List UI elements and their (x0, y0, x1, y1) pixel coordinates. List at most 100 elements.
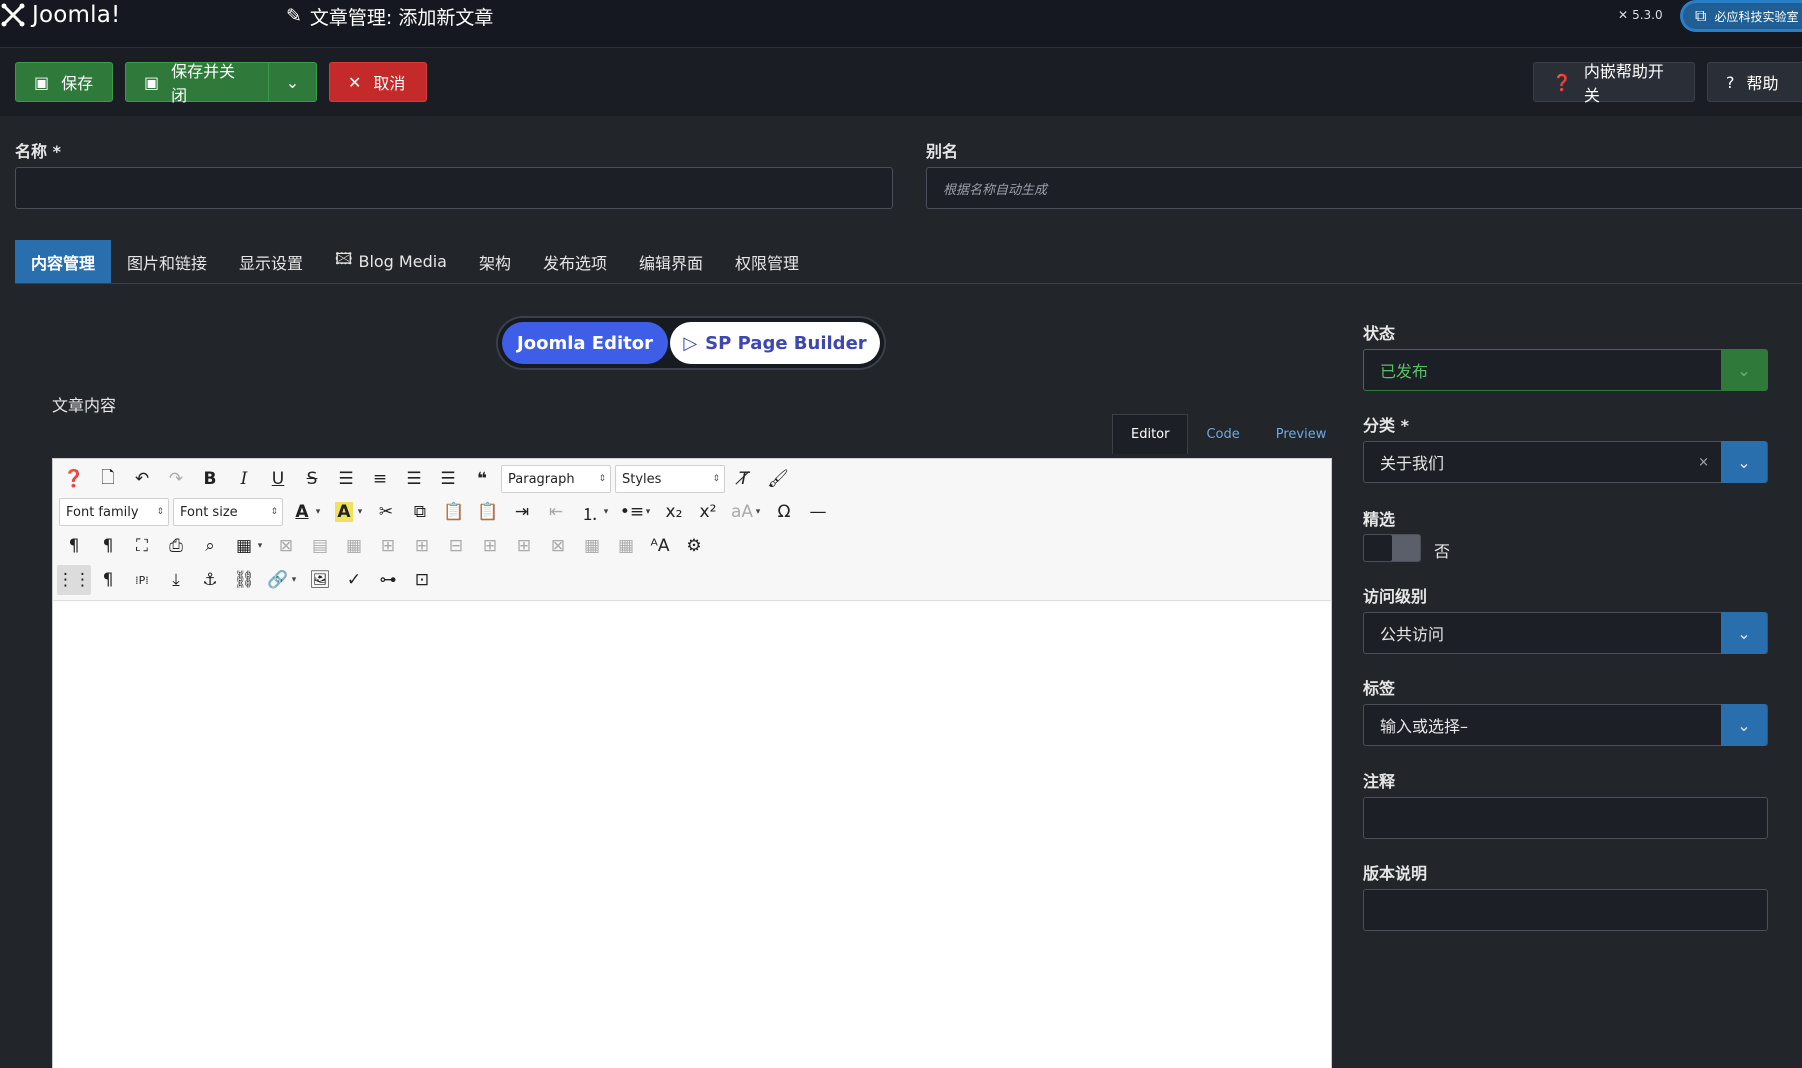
insert-row-before-icon[interactable]: ⊞ (371, 531, 405, 561)
anchor-icon[interactable]: ⚓ (193, 565, 227, 595)
joomla-small-icon: ✕ (1618, 8, 1629, 22)
category-select[interactable]: 关于我们 × ⌄ (1363, 441, 1768, 483)
save-button[interactable]: ▣ 保存 (15, 62, 113, 102)
save-dropdown-toggle[interactable]: ⌄ (268, 62, 317, 102)
tab-publishing[interactable]: 发布选项 (527, 240, 623, 283)
caret-icon[interactable]: ▾ (289, 575, 299, 585)
caret-icon[interactable]: ▾ (313, 507, 323, 517)
font-size-select[interactable]: Font size ⇕ (173, 498, 283, 526)
delete-col-icon[interactable]: ⊠ (541, 531, 575, 561)
paste-text-icon[interactable]: 📋 (471, 497, 505, 527)
split-cells-icon[interactable]: ▦ (609, 531, 643, 561)
visual-blocks-icon[interactable]: ⋮⋮ (57, 565, 91, 595)
access-select[interactable]: 公共访问 ⌄ (1363, 612, 1768, 654)
title-input[interactable] (15, 167, 893, 209)
horizontal-line-icon[interactable]: — (801, 497, 835, 527)
indent-icon[interactable]: ⇥ (505, 497, 539, 527)
ltr-icon[interactable]: ¶ (57, 531, 91, 561)
merge-cells-icon[interactable]: ▦ (575, 531, 609, 561)
paragraph-block-icon[interactable]: ⁞P⁞ (125, 565, 159, 595)
delete-row-icon[interactable]: ⊟ (439, 531, 473, 561)
paste-icon[interactable]: 📋 (437, 497, 471, 527)
align-left-icon[interactable]: ☰ (397, 464, 431, 494)
superscript-icon[interactable]: x² (691, 497, 725, 527)
sp-page-builder-button[interactable]: ▷ SP Page Builder (670, 322, 880, 364)
fullscreen-icon[interactable]: ⛶ (125, 531, 159, 561)
styles-select[interactable]: Styles ⇕ (615, 465, 725, 493)
upload-icon[interactable]: ⤓ (159, 565, 193, 595)
note-input[interactable] (1363, 797, 1768, 839)
tab-editor[interactable]: Editor (1112, 414, 1189, 454)
cancel-label: 取消 (373, 74, 406, 93)
alias-input[interactable]: 根据名称自动生成 (926, 167, 1802, 209)
insert-col-before-icon[interactable]: ⊞ (473, 531, 507, 561)
tab-images-links[interactable]: 图片和链接 (111, 240, 223, 283)
clear-icon[interactable]: × (1698, 455, 1709, 470)
template-icon[interactable]: ⊡ (405, 565, 439, 595)
cell-props-icon[interactable]: ▦ (337, 531, 371, 561)
clear-formatting-icon[interactable]: T̸ (727, 464, 761, 494)
floppy-icon: ▣ (144, 72, 160, 92)
page-break-icon[interactable]: ⊶ (371, 565, 405, 595)
caret-icon[interactable]: ▾ (601, 507, 611, 517)
settings-gear-icon[interactable]: ⚙ (677, 531, 711, 561)
save-close-button[interactable]: ▣ 保存并关闭 (125, 62, 269, 105)
toolbar-row-4: ⋮⋮ ¶ ⁞P⁞ ⤓ ⚓ ⛓ 🔗 ▾ 🖼 ✓ ⊶ ⊡ (57, 565, 439, 595)
align-justify-icon[interactable]: ☰ (329, 464, 363, 494)
tab-code[interactable]: Code (1188, 414, 1257, 454)
editor-content-area[interactable] (53, 601, 1331, 1068)
paint-brush-icon[interactable]: 🖌 (761, 464, 795, 494)
align-center-icon[interactable]: ≡ (363, 464, 397, 494)
tab-schema[interactable]: 架构 (463, 240, 527, 283)
block-format-select[interactable]: Paragraph ⇕ (501, 465, 611, 493)
inline-help-toggle-button[interactable]: ❓ 内嵌帮助开关 (1533, 62, 1695, 105)
status-select[interactable]: 已发布 ⌄ (1363, 349, 1768, 391)
align-right-icon[interactable]: ☰ (431, 464, 465, 494)
bold-icon[interactable]: B (193, 464, 227, 494)
visual-chars-icon[interactable]: ¶ (91, 565, 125, 595)
rtl-icon[interactable]: ¶ (91, 531, 125, 561)
underline-icon[interactable]: U (261, 464, 295, 494)
undo-icon[interactable]: ↶ (125, 464, 159, 494)
unlink-icon[interactable]: ⛓ (227, 565, 261, 595)
caret-icon[interactable]: ▾ (355, 507, 365, 517)
print-icon[interactable]: ⎙ (159, 531, 193, 561)
tags-select[interactable]: 输入或选择– ⌄ (1363, 704, 1768, 746)
search-icon[interactable]: ⌕ (193, 531, 227, 561)
tab-content[interactable]: 内容管理 (15, 240, 112, 283)
tab-display-settings[interactable]: 显示设置 (223, 240, 319, 283)
joomla-editor-button[interactable]: Joomla Editor (502, 322, 668, 364)
insert-row-after-icon[interactable]: ⊞ (405, 531, 439, 561)
caret-icon[interactable]: ▾ (255, 541, 265, 551)
cut-icon[interactable]: ✂ (369, 497, 403, 527)
tab-editing-layout[interactable]: 编辑界面 (623, 240, 719, 283)
special-character-icon[interactable]: Ω (767, 497, 801, 527)
version-note-input[interactable] (1363, 889, 1768, 931)
outdent-icon[interactable]: ⇤ (539, 497, 573, 527)
help-icon[interactable]: ❓ (57, 464, 91, 494)
help-button[interactable]: ? 帮助 (1707, 62, 1802, 102)
new-document-icon[interactable]: 🗋 (91, 464, 125, 494)
tab-permissions[interactable]: 权限管理 (719, 240, 815, 283)
cancel-button[interactable]: ✕ 取消 (329, 62, 427, 102)
insert-col-after-icon[interactable]: ⊞ (507, 531, 541, 561)
row-props-icon[interactable]: ▤ (303, 531, 337, 561)
copy-icon[interactable]: ⧉ (403, 497, 437, 527)
joomla-logo[interactable]: Joomla! (0, 0, 120, 30)
spellcheck-icon[interactable]: ✓ (337, 565, 371, 595)
delete-table-icon[interactable]: ⊠ (269, 531, 303, 561)
tab-preview[interactable]: Preview (1258, 414, 1345, 454)
image-icon[interactable]: 🖼 (303, 565, 337, 595)
strikethrough-icon[interactable]: S (295, 464, 329, 494)
redo-icon[interactable]: ↷ (159, 464, 193, 494)
font-scale-icon[interactable]: ᴬA (643, 531, 677, 561)
tab-blog-media[interactable]: 🖾 Blog Media (319, 240, 463, 283)
blockquote-icon[interactable]: ❝ (465, 464, 499, 494)
view-site-link[interactable]: ⧉ 必应科技实验室 (1680, 0, 1802, 32)
subscript-icon[interactable]: x₂ (657, 497, 691, 527)
font-family-select[interactable]: Font family ⇕ (59, 498, 169, 526)
status-value: 已发布 (1380, 362, 1429, 381)
caret-icon[interactable]: ▾ (643, 507, 653, 517)
italic-icon[interactable]: I (227, 464, 261, 494)
caret-icon[interactable]: ▾ (753, 507, 763, 517)
